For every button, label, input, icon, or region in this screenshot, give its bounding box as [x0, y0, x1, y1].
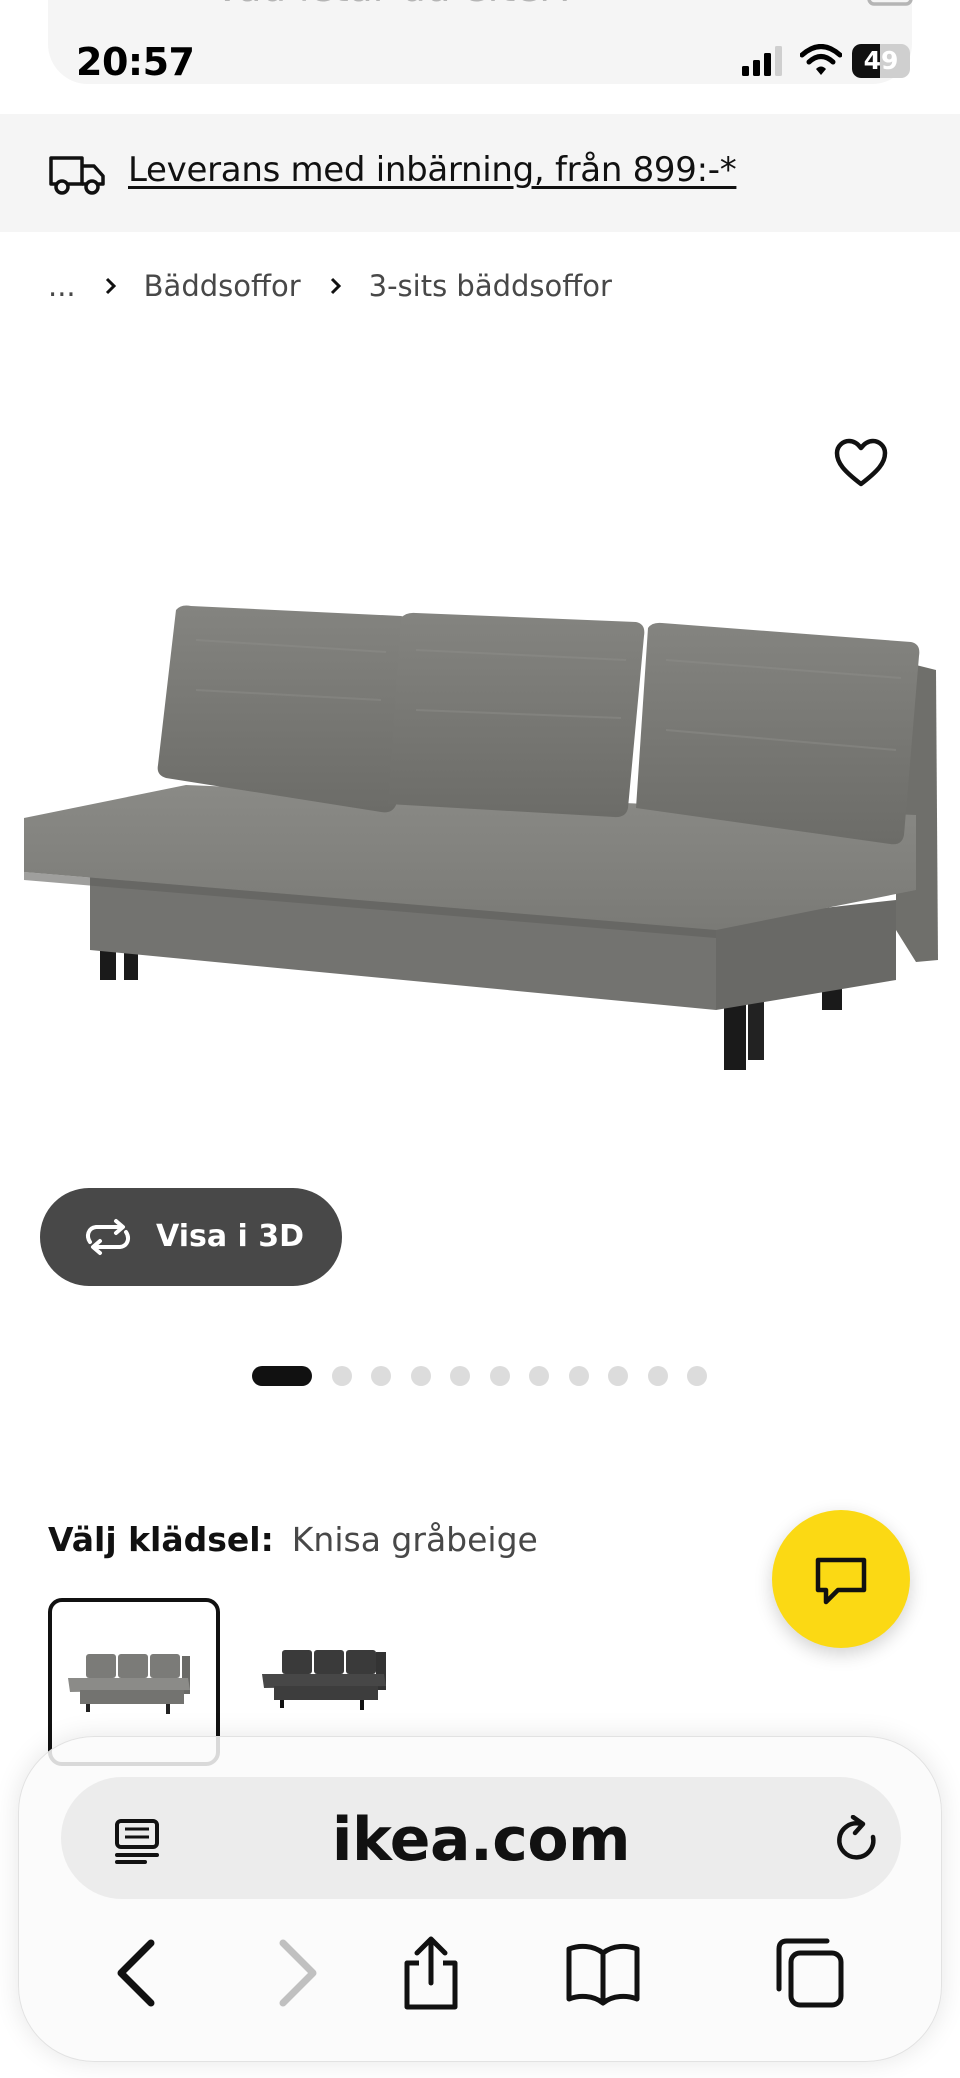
chat-icon	[815, 1557, 867, 1605]
carousel-dot[interactable]	[647, 1366, 668, 1386]
variant-label-title: Välj klädsel:	[48, 1520, 274, 1559]
status-time: 20:57	[76, 40, 195, 84]
breadcrumb: ... Bäddsoffor 3-sits bäddsoffor	[48, 266, 612, 306]
variant-selected-value: Knisa gråbeige	[291, 1520, 538, 1559]
delivery-banner: Leverans med inbärning, från 899:-*	[0, 114, 960, 232]
breadcrumb-item-baddsoffor[interactable]: Bäddsoffor	[144, 269, 301, 303]
carousel-dot[interactable]	[371, 1366, 391, 1386]
search-input[interactable]: Vad letar du efter?	[214, 0, 576, 14]
signal-icon	[742, 46, 782, 76]
sofa-product-image	[24, 605, 938, 1070]
url-text[interactable]: ikea.com	[61, 1805, 901, 1875]
chevron-right-icon	[330, 277, 341, 295]
carousel-dot[interactable]	[687, 1366, 707, 1386]
reload-icon[interactable]	[833, 1815, 883, 1867]
carousel-dot[interactable]	[410, 1366, 431, 1386]
search-icon	[144, 0, 188, 10]
carousel-dot[interactable]	[568, 1366, 589, 1386]
chat-button[interactable]	[772, 1510, 910, 1648]
carousel-dot[interactable]	[450, 1366, 470, 1386]
forward-icon[interactable]	[259, 1935, 335, 2011]
chevron-right-icon	[105, 277, 116, 295]
status-icons: 49	[742, 42, 912, 82]
battery-indicator: 49	[852, 44, 910, 78]
browser-toolbar: ikea.com	[18, 1736, 942, 2062]
carousel-pagination[interactable]	[252, 1364, 727, 1388]
carousel-dot[interactable]	[331, 1366, 352, 1386]
address-bar[interactable]: ikea.com	[61, 1777, 901, 1899]
camera-icon[interactable]	[866, 0, 914, 10]
bookmarks-icon[interactable]	[565, 1935, 641, 2011]
delivery-info-link[interactable]: Leverans med inbärning, från 899:-*	[128, 148, 737, 192]
tabs-icon[interactable]	[771, 1935, 847, 2011]
carousel-dot[interactable]	[489, 1366, 510, 1386]
variant-label: Välj klädsel: Knisa gråbeige	[48, 1518, 538, 1562]
swatch-sofa-image	[262, 1650, 386, 1710]
carousel-dot[interactable]	[529, 1366, 549, 1386]
battery-percentage: 49	[863, 46, 899, 75]
wifi-icon	[800, 44, 842, 75]
carousel-dot-active[interactable]	[252, 1366, 312, 1386]
swatch-sofa-image	[68, 1654, 190, 1714]
back-icon[interactable]	[99, 1935, 175, 2011]
view-3d-button[interactable]: Visa i 3D	[40, 1188, 342, 1286]
view-3d-label: Visa i 3D	[156, 1219, 305, 1254]
breadcrumb-ellipsis[interactable]: ...	[48, 269, 76, 303]
share-icon[interactable]	[393, 1935, 469, 2011]
heart-icon[interactable]	[834, 438, 888, 488]
breadcrumb-item-3-sits[interactable]: 3-sits bäddsoffor	[369, 269, 612, 303]
truck-icon	[49, 156, 105, 195]
carousel-dot[interactable]	[608, 1366, 628, 1386]
rotate-3d-icon	[86, 1219, 130, 1255]
